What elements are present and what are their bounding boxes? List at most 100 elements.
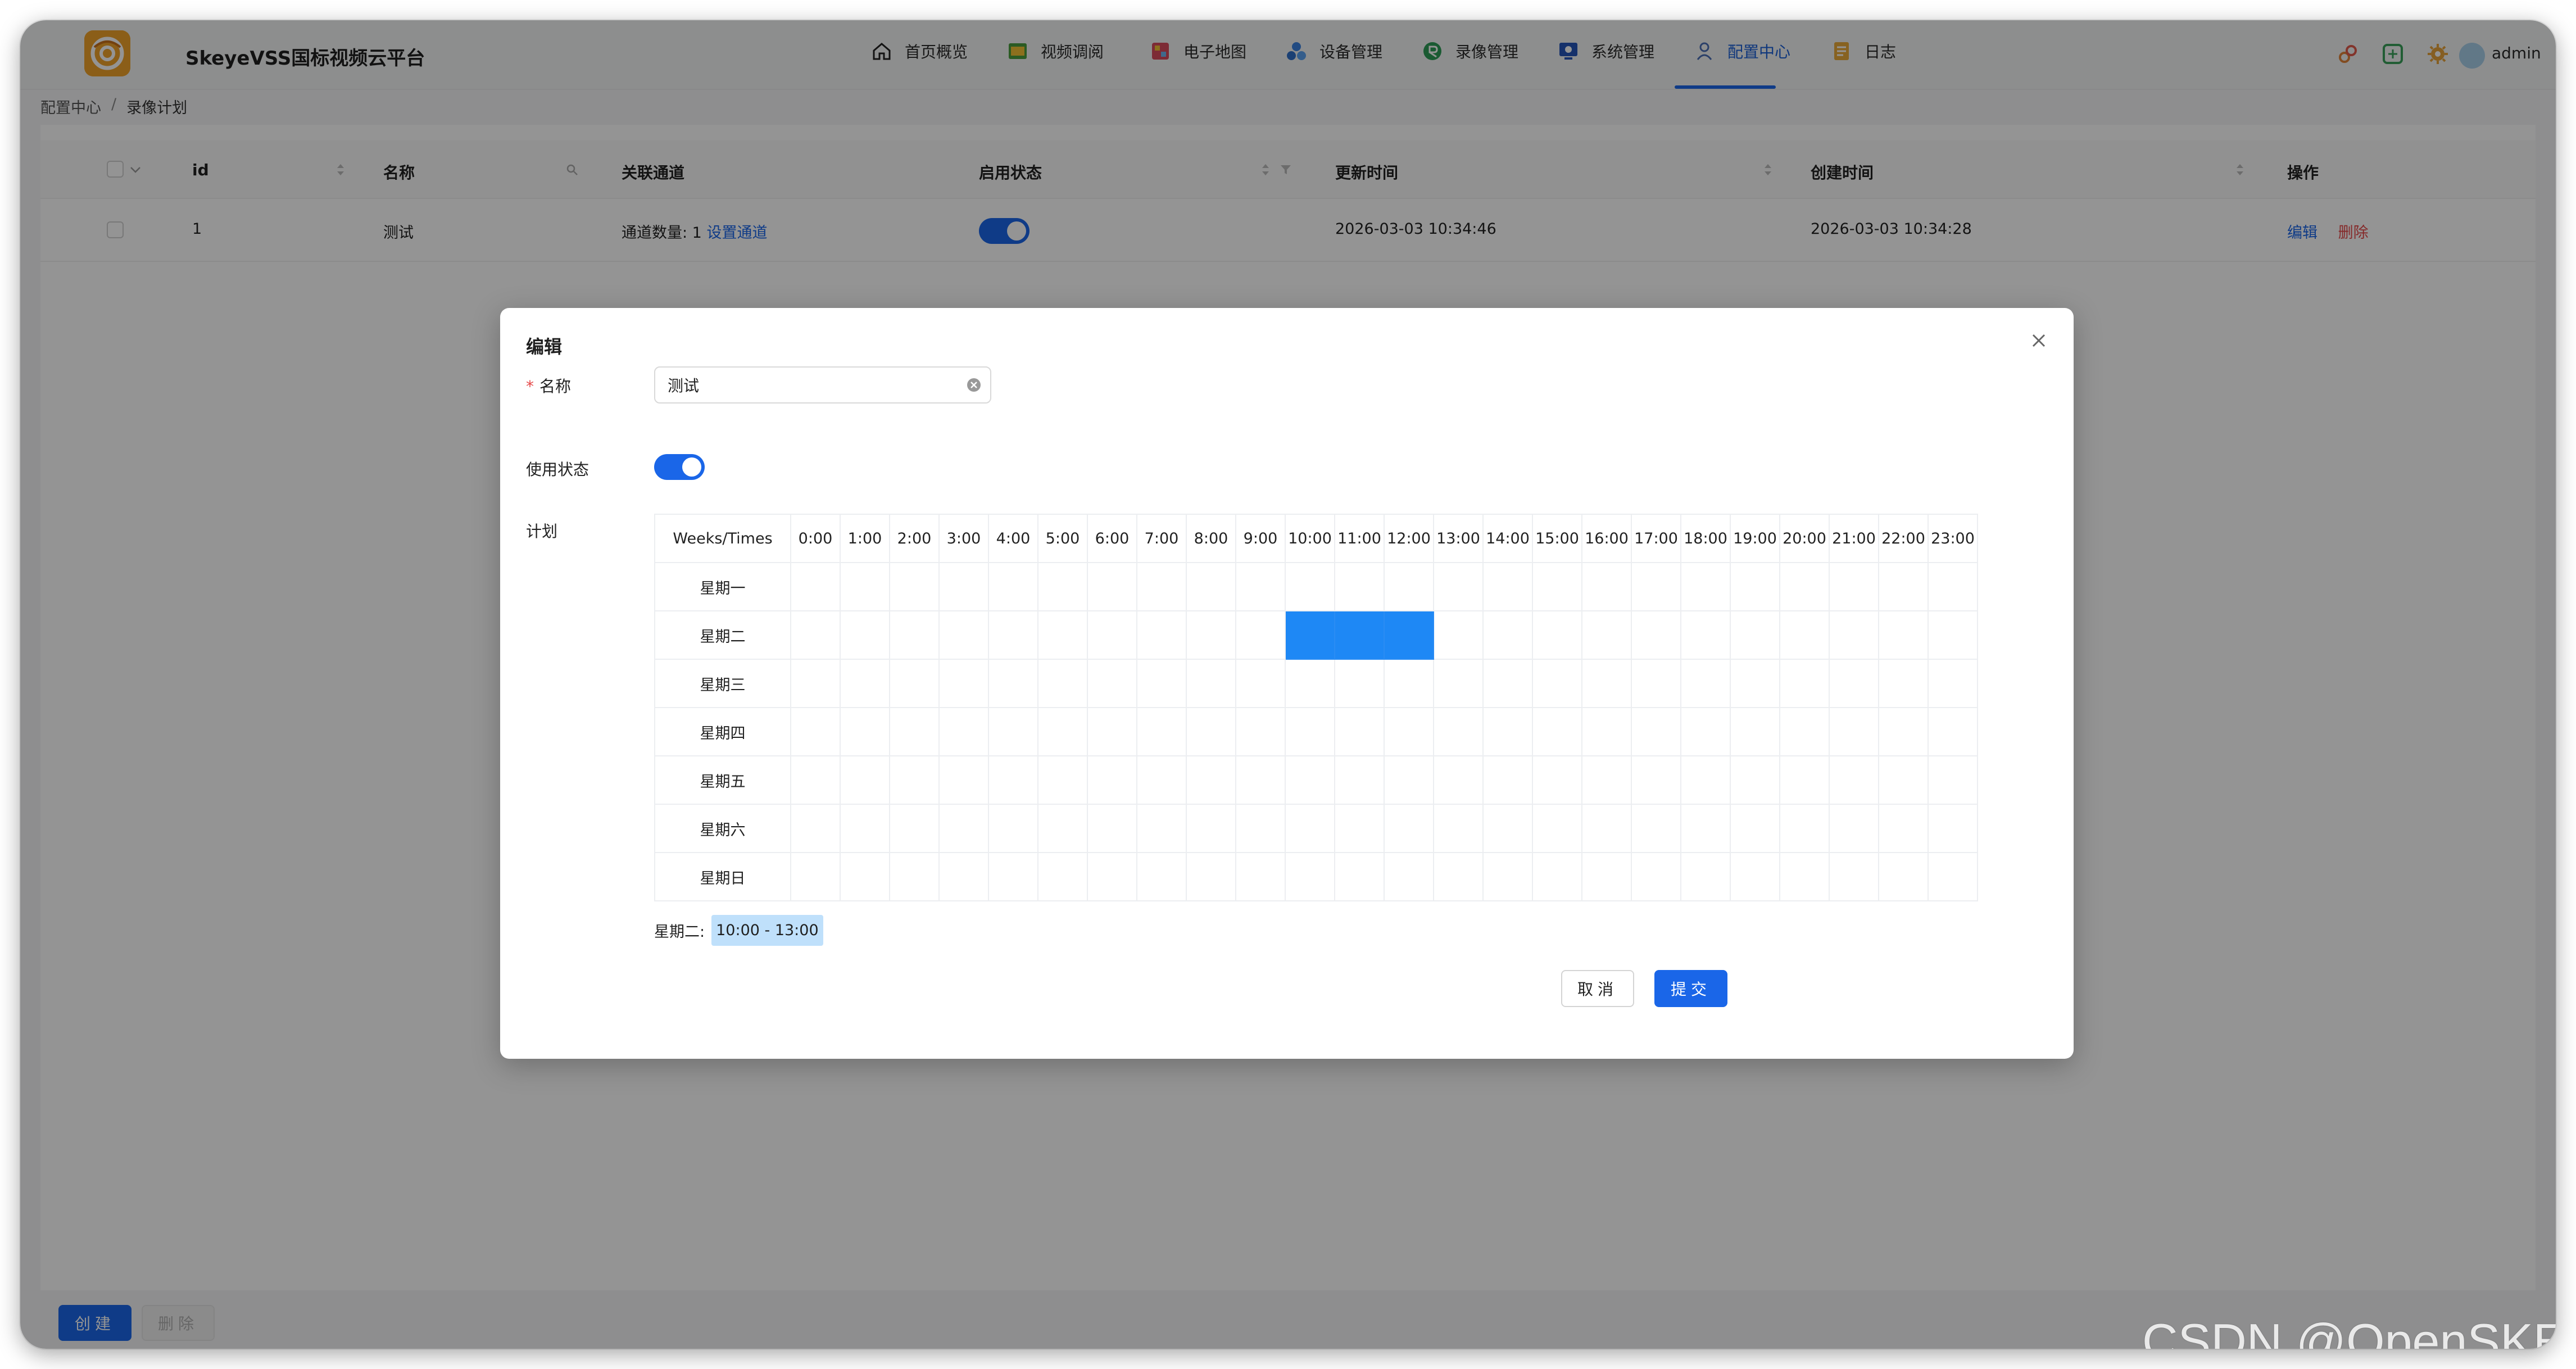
schedule-cell[interactable] xyxy=(1285,755,1335,805)
schedule-cell[interactable] xyxy=(1186,659,1236,708)
schedule-cell[interactable] xyxy=(1829,755,1879,805)
schedule-cell[interactable] xyxy=(840,610,890,660)
schedule-cell[interactable] xyxy=(840,659,890,708)
schedule-cell[interactable] xyxy=(1334,659,1385,708)
schedule-cell[interactable] xyxy=(1532,852,1582,901)
close-icon[interactable] xyxy=(2026,328,2051,353)
submit-button[interactable]: 提交 xyxy=(1654,970,1727,1007)
schedule-cell[interactable] xyxy=(1878,562,1929,611)
schedule-cell[interactable] xyxy=(938,804,989,853)
name-input[interactable] xyxy=(654,366,991,404)
schedule-cell[interactable] xyxy=(1532,562,1582,611)
schedule-cell[interactable] xyxy=(1829,707,1879,756)
schedule-cell[interactable] xyxy=(1928,852,1978,901)
schedule-cell[interactable] xyxy=(1087,707,1137,756)
schedule-cell[interactable] xyxy=(1779,659,1830,708)
schedule-cell[interactable] xyxy=(1186,562,1236,611)
schedule-cell[interactable] xyxy=(1581,804,1632,853)
schedule-cell[interactable] xyxy=(1037,707,1088,756)
schedule-cell[interactable] xyxy=(1334,562,1385,611)
schedule-cell[interactable] xyxy=(1136,707,1187,756)
schedule-cell[interactable] xyxy=(1730,707,1780,756)
schedule-cell[interactable] xyxy=(1730,852,1780,901)
schedule-cell[interactable] xyxy=(988,852,1038,901)
schedule-cell[interactable] xyxy=(1285,852,1335,901)
schedule-cell[interactable] xyxy=(1730,659,1780,708)
schedule-cell[interactable] xyxy=(1680,755,1731,805)
schedule-cell[interactable] xyxy=(840,707,890,756)
clear-icon[interactable] xyxy=(965,377,982,393)
schedule-cell[interactable] xyxy=(1433,755,1484,805)
schedule-cell[interactable] xyxy=(938,659,989,708)
schedule-cell[interactable] xyxy=(1779,804,1830,853)
schedule-cell[interactable] xyxy=(840,804,890,853)
schedule-cell[interactable] xyxy=(1235,804,1286,853)
status-toggle[interactable] xyxy=(654,454,705,480)
schedule-cell[interactable] xyxy=(1235,562,1286,611)
schedule-cell[interactable] xyxy=(1433,659,1484,708)
schedule-cell[interactable] xyxy=(1532,755,1582,805)
schedule-cell[interactable] xyxy=(1631,562,1681,611)
schedule-cell[interactable] xyxy=(1285,707,1335,756)
schedule-cell[interactable] xyxy=(1334,610,1385,660)
schedule-cell[interactable] xyxy=(1532,610,1582,660)
schedule-cell[interactable] xyxy=(1136,610,1187,660)
schedule-cell[interactable] xyxy=(790,562,841,611)
schedule-cell[interactable] xyxy=(1384,852,1434,901)
schedule-cell[interactable] xyxy=(1037,804,1088,853)
schedule-cell[interactable] xyxy=(889,659,940,708)
schedule-cell[interactable] xyxy=(790,852,841,901)
schedule-cell[interactable] xyxy=(1730,610,1780,660)
schedule-cell[interactable] xyxy=(840,755,890,805)
schedule-cell[interactable] xyxy=(1433,610,1484,660)
schedule-cell[interactable] xyxy=(988,755,1038,805)
schedule-cell[interactable] xyxy=(1384,755,1434,805)
schedule-cell[interactable] xyxy=(790,755,841,805)
schedule-cell[interactable] xyxy=(1037,755,1088,805)
schedule-cell[interactable] xyxy=(1235,659,1286,708)
schedule-cell[interactable] xyxy=(790,659,841,708)
schedule-cell[interactable] xyxy=(1581,755,1632,805)
schedule-cell[interactable] xyxy=(889,852,940,901)
schedule-cell[interactable] xyxy=(1730,755,1780,805)
schedule-cell[interactable] xyxy=(1581,562,1632,611)
schedule-cell[interactable] xyxy=(1037,562,1088,611)
schedule-cell[interactable] xyxy=(1631,804,1681,853)
schedule-cell[interactable] xyxy=(1285,659,1335,708)
schedule-cell[interactable] xyxy=(1730,562,1780,611)
schedule-cell[interactable] xyxy=(1285,610,1335,660)
schedule-cell[interactable] xyxy=(1878,707,1929,756)
schedule-cell[interactable] xyxy=(1384,562,1434,611)
schedule-cell[interactable] xyxy=(1235,707,1286,756)
schedule-cell[interactable] xyxy=(1482,707,1533,756)
schedule-cell[interactable] xyxy=(938,707,989,756)
schedule-cell[interactable] xyxy=(1334,852,1385,901)
schedule-cell[interactable] xyxy=(1037,659,1088,708)
schedule-cell[interactable] xyxy=(1433,562,1484,611)
schedule-cell[interactable] xyxy=(1581,852,1632,901)
schedule-cell[interactable] xyxy=(1482,804,1533,853)
schedule-cell[interactable] xyxy=(1334,707,1385,756)
schedule-cell[interactable] xyxy=(1186,610,1236,660)
schedule-cell[interactable] xyxy=(1878,755,1929,805)
schedule-cell[interactable] xyxy=(790,707,841,756)
schedule-cell[interactable] xyxy=(1779,610,1830,660)
schedule-cell[interactable] xyxy=(1928,610,1978,660)
schedule-cell[interactable] xyxy=(1680,562,1731,611)
schedule-cell[interactable] xyxy=(1829,659,1879,708)
schedule-cell[interactable] xyxy=(938,562,989,611)
schedule-cell[interactable] xyxy=(1878,852,1929,901)
schedule-cell[interactable] xyxy=(1631,659,1681,708)
schedule-cell[interactable] xyxy=(790,610,841,660)
schedule-cell[interactable] xyxy=(1482,610,1533,660)
schedule-cell[interactable] xyxy=(1532,707,1582,756)
schedule-cell[interactable] xyxy=(1136,852,1187,901)
schedule-cell[interactable] xyxy=(1878,804,1929,853)
schedule-cell[interactable] xyxy=(1581,610,1632,660)
schedule-cell[interactable] xyxy=(1235,755,1286,805)
schedule-cell[interactable] xyxy=(1779,755,1830,805)
schedule-cell[interactable] xyxy=(938,610,989,660)
schedule-cell[interactable] xyxy=(1878,659,1929,708)
schedule-cell[interactable] xyxy=(1680,707,1731,756)
schedule-cell[interactable] xyxy=(1285,804,1335,853)
